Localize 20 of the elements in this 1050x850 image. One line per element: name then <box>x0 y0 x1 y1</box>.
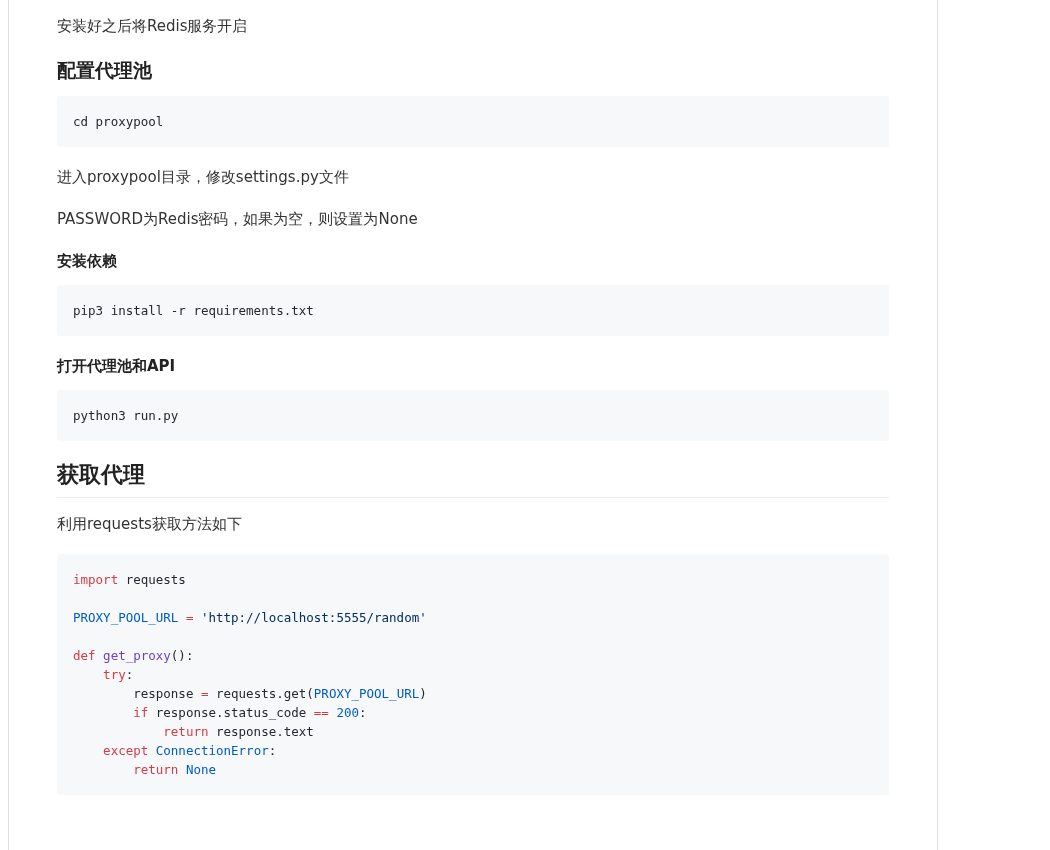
code-line: return response.text <box>162 724 314 739</box>
paragraph: 安装好之后将Redis服务开启 <box>57 16 249 37</box>
code-line: except ConnectionError: <box>102 743 277 758</box>
code-line: if response.status_code == 200: <box>132 705 367 720</box>
heading: 获取代理 <box>57 459 889 498</box>
code-line: def get_proxy(): <box>73 648 194 663</box>
code-line: PROXY_POOL_URL = 'http://localhost:5555/random' <box>73 610 427 625</box>
code-line: response = requests.get(PROXY_POOL_URL) <box>132 686 427 701</box>
heading: 打开代理池和API <box>57 356 177 377</box>
paragraph: 进入proxypool目录，修改settings.py文件 <box>57 167 350 188</box>
paragraph: PASSWORD为Redis密码，如果为空，则设置为None <box>57 209 419 230</box>
heading: 配置代理池 <box>57 58 153 83</box>
code-line: try: <box>102 667 134 682</box>
code-line: cd proxypool <box>73 114 164 129</box>
code-line: python3 run.py <box>73 408 179 423</box>
code-line: pip3 install -r requirements.txt <box>73 303 314 318</box>
code-line: import requests <box>73 572 186 587</box>
heading: 安装依赖 <box>57 251 118 272</box>
paragraph: 利用requests获取方法如下 <box>57 514 243 535</box>
code-line: return None <box>132 762 216 777</box>
